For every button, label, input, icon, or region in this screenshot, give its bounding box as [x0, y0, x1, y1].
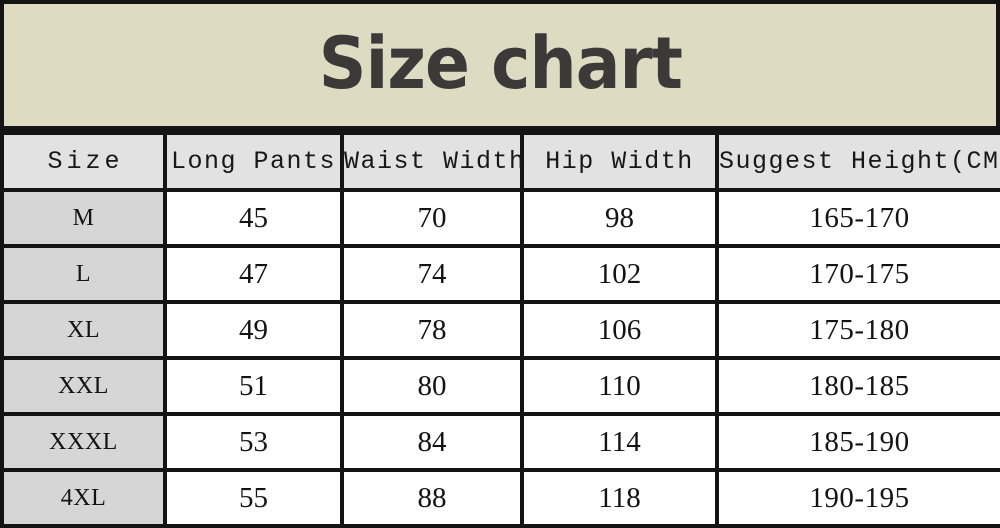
column-header-hip-width: Hip Width [520, 131, 719, 192]
table-row: M 45 70 98 165-170 [0, 188, 1000, 248]
column-header-long-pants: Long Pants [163, 131, 344, 192]
table-row: 4XL 55 88 118 190-195 [0, 468, 1000, 528]
cell-size: XXXL [0, 412, 167, 472]
cell-suggest-height: 185-190 [715, 412, 1000, 472]
cell-suggest-height: 165-170 [715, 188, 1000, 248]
cell-long-pants: 55 [163, 468, 344, 528]
size-chart-root: Size chart Size Long Pants Waist Width H… [0, 0, 1000, 528]
table-row: XXXL 53 84 114 185-190 [0, 412, 1000, 472]
cell-waist-width: 78 [340, 300, 524, 360]
column-header-suggest-height: Suggest Height(CM) [715, 131, 1000, 192]
table-row: XL 49 78 106 175-180 [0, 300, 1000, 360]
cell-long-pants: 47 [163, 244, 344, 304]
table-row: XXL 51 80 110 180-185 [0, 356, 1000, 416]
cell-size: L [0, 244, 167, 304]
cell-suggest-height: 190-195 [715, 468, 1000, 528]
cell-suggest-height: 180-185 [715, 356, 1000, 416]
cell-size: XXL [0, 356, 167, 416]
cell-waist-width: 80 [340, 356, 524, 416]
table-row: L 47 74 102 170-175 [0, 244, 1000, 304]
cell-hip-width: 118 [520, 468, 719, 528]
cell-hip-width: 114 [520, 412, 719, 472]
cell-long-pants: 49 [163, 300, 344, 360]
page-title: Size chart [318, 21, 682, 105]
cell-size: 4XL [0, 468, 167, 528]
cell-hip-width: 102 [520, 244, 719, 304]
cell-waist-width: 74 [340, 244, 524, 304]
table-header: Size Long Pants Waist Width Hip Width Su… [0, 131, 1000, 192]
cell-waist-width: 88 [340, 468, 524, 528]
cell-size: XL [0, 300, 167, 360]
size-chart-table: Size Long Pants Waist Width Hip Width Su… [0, 131, 1000, 528]
cell-hip-width: 110 [520, 356, 719, 416]
cell-suggest-height: 170-175 [715, 244, 1000, 304]
column-header-waist-width: Waist Width [340, 131, 524, 192]
cell-waist-width: 70 [340, 188, 524, 248]
column-header-size: Size [0, 131, 167, 192]
cell-long-pants: 45 [163, 188, 344, 248]
cell-waist-width: 84 [340, 412, 524, 472]
table-header-row: Size Long Pants Waist Width Hip Width Su… [0, 131, 1000, 192]
table-body: M 45 70 98 165-170 L 47 74 102 170-175 X… [0, 188, 1000, 528]
cell-hip-width: 106 [520, 300, 719, 360]
cell-suggest-height: 175-180 [715, 300, 1000, 360]
cell-size: M [0, 188, 167, 248]
cell-hip-width: 98 [520, 188, 719, 248]
cell-long-pants: 53 [163, 412, 344, 472]
title-banner: Size chart [0, 0, 1000, 131]
cell-long-pants: 51 [163, 356, 344, 416]
